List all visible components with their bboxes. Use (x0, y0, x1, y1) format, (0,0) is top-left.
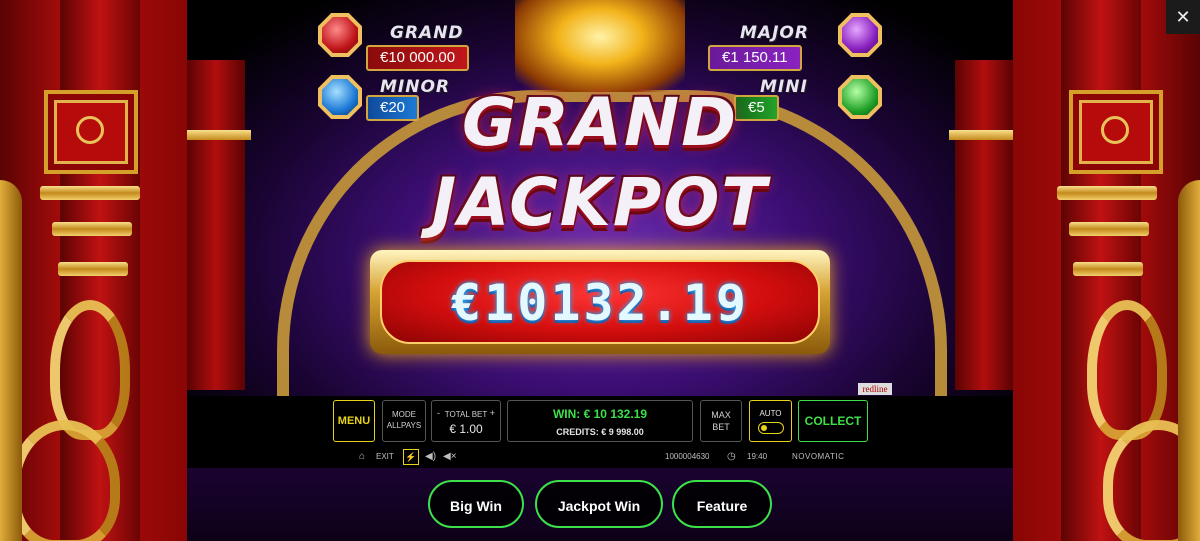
max-bet-line1: MAX (711, 410, 731, 420)
auto-play-button[interactable]: AUTO (749, 400, 792, 442)
auto-toggle[interactable] (757, 422, 784, 434)
red-gem-icon (318, 13, 362, 57)
mode-value: ALLPAYS (386, 421, 422, 430)
close-icon[interactable]: ✕ (1166, 0, 1200, 34)
title-line-jackpot: JACKPOT (431, 164, 769, 241)
bet-decrease-button[interactable]: - (437, 408, 440, 418)
sound-off-icon[interactable]: ◀× (443, 446, 457, 468)
stage-pillar-left (187, 60, 245, 390)
stage-pillar-right (955, 60, 1013, 390)
left-temple-background (0, 0, 187, 541)
novomatic-brand: NOVOMATIC (792, 452, 845, 461)
gold-arch-edge (0, 180, 22, 541)
purple-gem-icon (838, 13, 882, 57)
turbo-icon[interactable]: ⚡ (403, 449, 419, 465)
gold-band (1073, 262, 1143, 276)
jackpot-amount-frame: €10132.19 (370, 250, 830, 354)
gold-band (187, 130, 251, 140)
auto-label: AUTO (759, 409, 782, 418)
jackpot-major-name: MAJOR (740, 23, 809, 43)
jackpot-amount: €10132.19 (451, 274, 749, 332)
jackpot-grand-value: €10 000.00 (366, 45, 470, 71)
feature-button[interactable]: Feature (672, 480, 772, 528)
golden-dragon (10, 420, 120, 541)
jackpot-grand: GRAND €10 000.00 (318, 13, 498, 71)
gold-band (949, 130, 1013, 140)
mode-label: MODE (392, 410, 416, 419)
lattice-ornament (44, 90, 138, 174)
win-credits-display: WIN: € 10 132.19 CREDITS: € 9 998.00 (507, 400, 693, 442)
right-temple-background (1013, 0, 1200, 541)
jackpot-amount-plate: €10132.19 (380, 260, 820, 344)
redline-logo: redline (858, 383, 892, 395)
credits-text: CREDITS: € 9 998.00 (556, 427, 644, 437)
golden-dragon (1087, 300, 1167, 440)
jackpot-major: MAJOR €1 150.11 (708, 13, 888, 71)
golden-dragon (50, 300, 130, 440)
blue-gem-icon (318, 75, 362, 119)
lattice-ornament (1069, 90, 1163, 174)
green-gem-icon (838, 75, 882, 119)
jackpot-grand-name: GRAND (390, 23, 464, 43)
session-id: 1000004630 (665, 452, 710, 461)
jackpot-win-button[interactable]: Jackpot Win (535, 480, 663, 528)
gold-band (52, 222, 132, 236)
max-bet-button[interactable]: MAX BET (700, 400, 742, 442)
treasure-chest-image (515, 0, 685, 92)
mode-button[interactable]: MODE ALLPAYS (382, 400, 426, 442)
title-line-grand: GRAND (461, 84, 739, 161)
menu-button[interactable]: MENU (333, 400, 375, 442)
gold-band (58, 262, 128, 276)
big-win-button[interactable]: Big Win (428, 480, 524, 528)
collect-button[interactable]: COLLECT (798, 400, 868, 442)
gold-band (40, 186, 140, 200)
clock-time: 19:40 (747, 452, 768, 461)
gold-band (1057, 186, 1157, 200)
exit-link[interactable]: EXIT (376, 446, 394, 468)
max-bet-line2: BET (712, 422, 730, 432)
home-icon[interactable]: ⌂ (359, 446, 365, 468)
clock-icon: ◷ (727, 451, 736, 462)
status-bar: ⌂ EXIT ⚡ ◀) ◀× 1000004630 ◷ 19:40 NOVOMA… (187, 446, 1013, 468)
win-amount-text: WIN: € 10 132.19 (552, 407, 648, 421)
gold-arch-edge (1178, 180, 1200, 541)
total-bet-value: € 1.00 (449, 422, 483, 436)
gold-band (1069, 222, 1149, 236)
bet-increase-button[interactable]: + (490, 408, 495, 418)
sound-on-icon[interactable]: ◀) (425, 446, 436, 468)
jackpot-major-value: €1 150.11 (708, 45, 802, 71)
total-bet-control: - TOTAL BET + € 1.00 (431, 400, 501, 442)
grand-jackpot-title: GRAND JACKPOT (395, 90, 805, 236)
